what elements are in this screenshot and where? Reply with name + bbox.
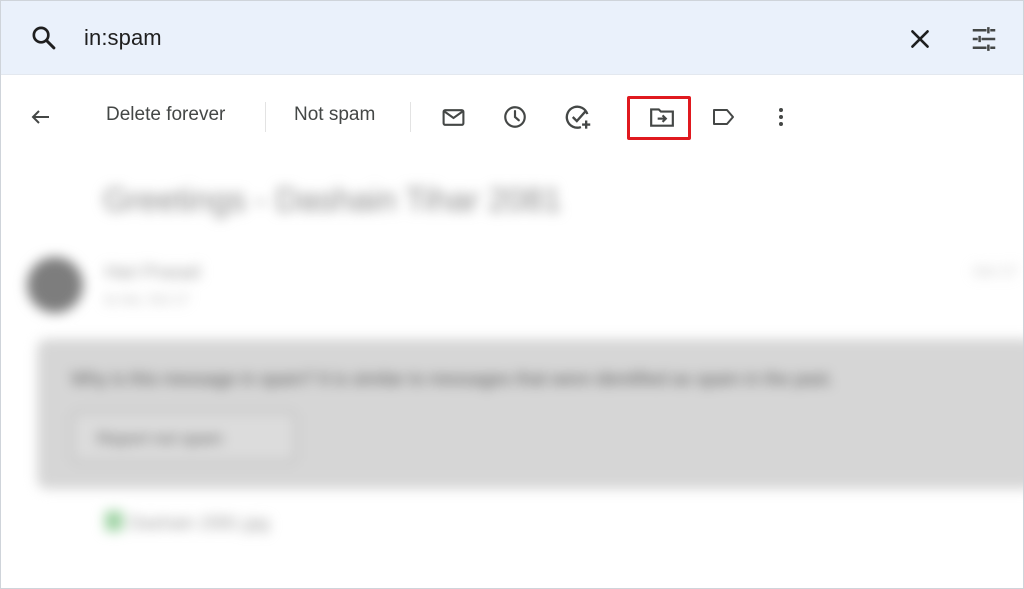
attachment-name[interactable]: Dashain 2081.jpg <box>129 513 269 534</box>
more-vert-icon[interactable] <box>771 105 791 129</box>
toolbar-divider <box>410 102 411 132</box>
gmail-window: in:spam Delete forever Not spam Greeting… <box>0 0 1024 589</box>
not-spam-button[interactable]: Not spam <box>294 104 375 126</box>
add-task-icon[interactable] <box>564 103 592 131</box>
arrow-back-icon[interactable] <box>29 105 53 129</box>
label-icon[interactable] <box>711 105 737 129</box>
sender-name: Hari Prasad <box>105 262 201 282</box>
move-to-highlight-box <box>627 96 691 140</box>
toolbar-divider <box>265 102 266 132</box>
search-input[interactable]: in:spam <box>84 25 162 51</box>
delete-forever-button[interactable]: Delete forever <box>106 104 225 126</box>
snooze-icon[interactable] <box>502 104 528 130</box>
message-date: Oct 17 <box>973 263 1018 280</box>
clear-search-icon[interactable] <box>907 26 933 52</box>
attachment-icon <box>105 511 123 531</box>
search-options-icon[interactable] <box>969 24 999 54</box>
search-bar: in:spam <box>1 1 1023 75</box>
mark-unread-icon[interactable] <box>441 105 466 130</box>
report-not-spam-label: Report not spam <box>97 429 223 448</box>
spam-warning-text: Why is this message in spam? It is simil… <box>71 369 834 389</box>
message-subject: Greetings - Dashain Tihar 2081 <box>103 181 562 218</box>
sender-recipient: to me, Oct 17 <box>105 291 190 307</box>
search-icon[interactable] <box>30 24 58 52</box>
sender-avatar <box>27 257 83 313</box>
